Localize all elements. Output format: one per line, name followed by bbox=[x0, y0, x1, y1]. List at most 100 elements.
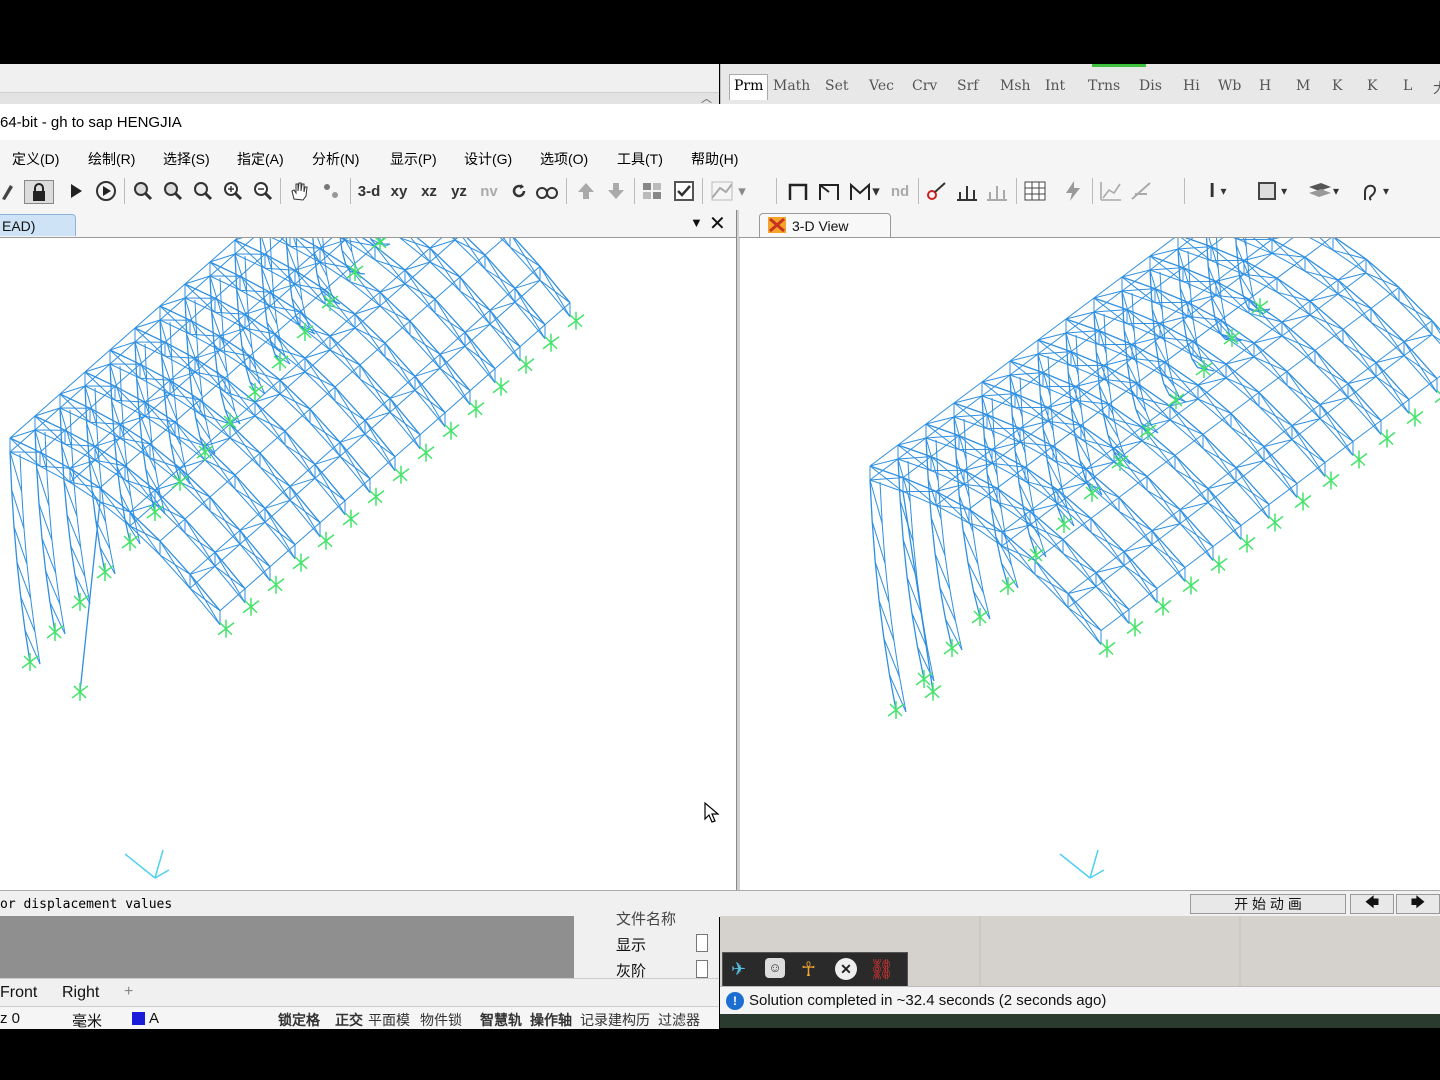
menu-item-1[interactable]: 绘制(R) bbox=[88, 149, 135, 169]
lock-icon[interactable] bbox=[24, 180, 54, 204]
checkbox-select-icon[interactable] bbox=[672, 180, 696, 202]
gh-tab-3[interactable]: Vec bbox=[869, 78, 894, 94]
menu-item-6[interactable]: 设计(G) bbox=[464, 149, 512, 169]
gh-tab-5[interactable]: Srf bbox=[957, 78, 978, 94]
planar-toggle[interactable]: 平面模 bbox=[368, 1010, 410, 1030]
next-arrow-button[interactable]: 🡆 bbox=[1396, 894, 1440, 914]
spring-dropdown-icon[interactable]: ▾ bbox=[1352, 180, 1398, 202]
support-symbol bbox=[1350, 450, 1368, 469]
zoom-in-icon[interactable] bbox=[222, 180, 244, 202]
gh-tab-9[interactable]: Dis bbox=[1139, 78, 1162, 94]
units-label: 毫米 bbox=[72, 1013, 103, 1030]
gh-tab-13[interactable]: M bbox=[1296, 78, 1310, 94]
view-yz-button[interactable]: yz bbox=[448, 180, 470, 202]
gh-tab-2[interactable]: Set bbox=[825, 78, 849, 94]
left-3d-viewport[interactable] bbox=[0, 238, 736, 890]
run-analysis-icon[interactable] bbox=[66, 180, 86, 202]
draw-node-button[interactable]: nd bbox=[888, 180, 912, 202]
history-toggle[interactable]: 记录建构历 bbox=[580, 1010, 650, 1030]
menu-item-5[interactable]: 显示(P) bbox=[390, 149, 437, 169]
gh-tab-14[interactable]: K bbox=[1332, 78, 1342, 94]
draw-frame-icon[interactable] bbox=[786, 180, 810, 202]
dropdown-arrow-icon[interactable]: ▼ bbox=[690, 215, 703, 230]
snap-grid-toggle[interactable]: 锁定格 bbox=[278, 1010, 320, 1030]
display-options-dropdown-icon[interactable]: ▾ bbox=[708, 180, 748, 202]
draw-brace-icon[interactable] bbox=[816, 180, 842, 202]
zoom-extents-icon[interactable] bbox=[162, 180, 184, 202]
bird-icon[interactable]: ✈ bbox=[731, 959, 746, 980]
menu-item-7[interactable]: 选项(O) bbox=[540, 149, 588, 169]
pan-hand-icon[interactable] bbox=[288, 180, 310, 202]
gh-tab-6[interactable]: Msh bbox=[1000, 78, 1031, 94]
link-element-icon[interactable] bbox=[924, 180, 950, 202]
ortho-toggle[interactable]: 正交 bbox=[335, 1010, 363, 1030]
face-icon[interactable]: ☺ bbox=[765, 958, 785, 978]
previous-arrow-button[interactable]: 🡄 bbox=[1350, 894, 1394, 914]
table-icon[interactable] bbox=[1022, 180, 1048, 202]
figure-icon[interactable]: ☥ bbox=[801, 957, 816, 982]
close-icon[interactable]: ✕ bbox=[709, 211, 726, 236]
link-broken-icon[interactable]: ⛓ bbox=[869, 957, 894, 982]
perspective-glasses-icon[interactable] bbox=[534, 180, 560, 202]
right-view-tab[interactable]: 3-D View bbox=[759, 213, 891, 237]
main-toolbar: 3-d xy xz yz nv ▾ ▾ nd I ▾ ▾ ▾ ▾ bbox=[0, 172, 1440, 210]
move-up-icon[interactable] bbox=[574, 180, 598, 202]
menu-item-2[interactable]: 选择(S) bbox=[163, 149, 210, 169]
menu-item-9[interactable]: 帮助(H) bbox=[691, 149, 738, 169]
support-symbol bbox=[1055, 515, 1073, 533]
menu-item-0[interactable]: 定义(D) bbox=[12, 149, 59, 169]
zoom-out-icon[interactable] bbox=[252, 180, 274, 202]
menu-item-3[interactable]: 指定(A) bbox=[237, 149, 284, 169]
grid-assign-icon[interactable] bbox=[984, 180, 1010, 202]
arrow-left-icon: 🡄 bbox=[1364, 894, 1380, 910]
support-assign-icon[interactable] bbox=[954, 180, 980, 202]
menu-item-8[interactable]: 工具(T) bbox=[617, 149, 663, 169]
gh-tab-15[interactable]: K bbox=[1367, 78, 1377, 94]
grey-checkbox[interactable] bbox=[696, 960, 708, 978]
run-now-icon[interactable] bbox=[94, 180, 118, 202]
right-3d-viewport[interactable] bbox=[740, 238, 1440, 890]
frame-shape-dropdown-icon[interactable]: ▾ bbox=[1250, 180, 1294, 202]
gh-tab-1[interactable]: Math bbox=[773, 78, 810, 94]
gh-tab-12[interactable]: H bbox=[1259, 78, 1271, 94]
rotate-icon[interactable] bbox=[508, 180, 530, 202]
menu-item-4[interactable]: 分析(N) bbox=[312, 149, 359, 169]
start-animation-button[interactable]: 开 始 动 画 bbox=[1190, 894, 1346, 914]
section-cut-icon[interactable] bbox=[1128, 180, 1154, 202]
zoom-previous-icon[interactable] bbox=[192, 180, 214, 202]
stop-icon[interactable]: ✕ bbox=[835, 958, 857, 980]
area-dropdown-icon[interactable]: ▾ bbox=[1300, 180, 1346, 202]
gumball-toggle[interactable]: 操作轴 bbox=[530, 1010, 572, 1030]
lightning-icon[interactable] bbox=[1060, 180, 1086, 202]
view-xz-button[interactable]: xz bbox=[418, 180, 440, 202]
zoom-window-icon[interactable] bbox=[132, 180, 154, 202]
view-xy-button[interactable]: xy bbox=[388, 180, 410, 202]
add-tab-icon[interactable]: + bbox=[124, 983, 133, 1001]
set-display-icon[interactable] bbox=[640, 180, 664, 202]
gh-tab-17[interactable]: 大 bbox=[1433, 78, 1440, 98]
osnap-toggle[interactable]: 物件锁 bbox=[420, 1010, 462, 1030]
viewport-tab-right[interactable]: Right bbox=[62, 984, 99, 1002]
gh-tab-11[interactable]: Wb bbox=[1218, 78, 1241, 94]
filter-toggle[interactable]: 过滤器 bbox=[658, 1010, 700, 1030]
plot-function-icon[interactable] bbox=[1098, 180, 1124, 202]
display-checkbox[interactable] bbox=[696, 934, 708, 952]
background-strip bbox=[720, 1014, 1440, 1028]
draw-truss-dropdown-icon[interactable]: ▾ bbox=[846, 180, 882, 202]
gh-tab-4[interactable]: Crv bbox=[912, 78, 937, 94]
gh-tab-16[interactable]: L bbox=[1403, 78, 1412, 94]
view-3d-button[interactable]: 3-d bbox=[356, 180, 382, 202]
rubber-band-icon[interactable] bbox=[320, 180, 342, 202]
view-nv-button[interactable]: nv bbox=[478, 180, 500, 202]
gh-tab-8[interactable]: Trns bbox=[1088, 78, 1120, 94]
layer-name[interactable]: A bbox=[149, 1010, 159, 1027]
smarttrack-toggle[interactable]: 智慧轨 bbox=[480, 1010, 522, 1030]
section-dropdown-icon[interactable]: I ▾ bbox=[1196, 180, 1240, 202]
move-down-icon[interactable] bbox=[604, 180, 628, 202]
pencil-icon[interactable] bbox=[0, 180, 14, 202]
gh-tab-7[interactable]: Int bbox=[1045, 78, 1065, 94]
left-view-tab[interactable]: EAD) bbox=[0, 214, 76, 236]
gh-tab-0[interactable]: Prm bbox=[729, 74, 769, 100]
viewport-tab-front[interactable]: Front bbox=[0, 984, 37, 1002]
gh-tab-10[interactable]: Hi bbox=[1183, 78, 1200, 94]
